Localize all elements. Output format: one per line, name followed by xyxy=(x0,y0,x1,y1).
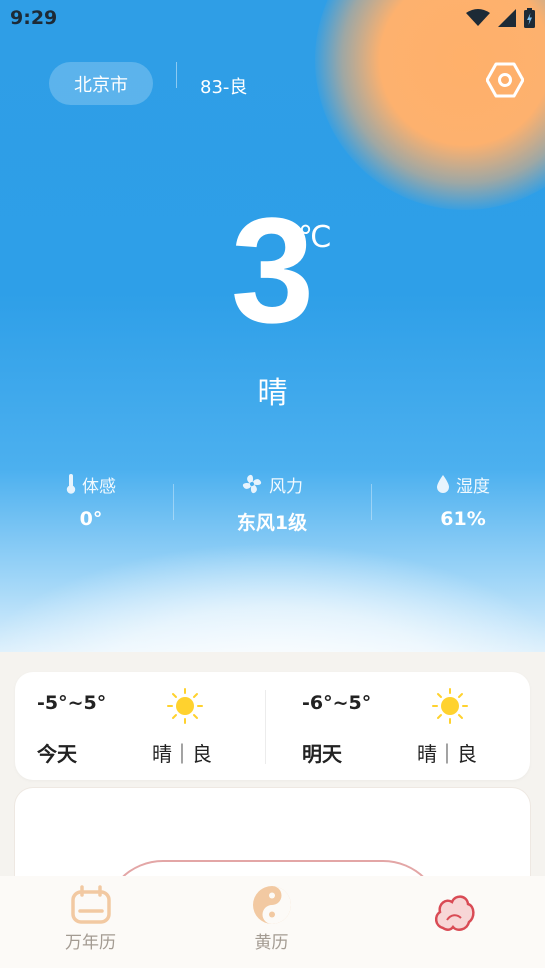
city-selector-button[interactable]: 北京市 xyxy=(49,62,153,105)
metric-feels-like: 体感 0° xyxy=(0,472,182,530)
thermometer-icon xyxy=(66,474,76,494)
battery-icon xyxy=(524,8,535,28)
current-temperature: 3 ℃ xyxy=(0,195,545,345)
forecast-divider xyxy=(265,690,266,764)
bottom-tab-bar: 万年历 黄历 xyxy=(0,876,545,968)
temperature-unit: ℃ xyxy=(298,220,332,255)
settings-icon[interactable] xyxy=(486,61,524,99)
droplet-icon xyxy=(437,475,449,493)
tab-calendar[interactable]: 万年历 xyxy=(0,876,181,968)
fan-icon xyxy=(242,474,262,494)
tab-label: 黄历 xyxy=(254,933,289,953)
tab-weather[interactable] xyxy=(363,876,544,968)
metric-value: 东风1级 xyxy=(236,512,308,534)
metric-wind: 风力 东风1级 xyxy=(181,472,363,535)
weather-condition: 晴 xyxy=(257,376,288,411)
sun-icon xyxy=(432,688,468,724)
metric-value: 0° xyxy=(79,508,103,530)
aqi-divider xyxy=(176,62,177,88)
status-bar: 9:29 xyxy=(0,0,545,36)
calendar-icon xyxy=(71,885,111,924)
forecast-temp-range: -5°~5° xyxy=(37,692,107,714)
metric-value: 61% xyxy=(440,508,486,530)
weather-cloud-icon xyxy=(434,895,475,931)
forecast-card[interactable]: -5°~5° 今天 晴｜良 -6°~5° 明天 晴｜良 xyxy=(15,672,530,780)
city-name: 北京市 xyxy=(74,74,128,96)
metric-divider xyxy=(173,484,174,520)
air-quality-index[interactable]: 83-良 xyxy=(200,73,247,99)
tab-almanac[interactable]: 黄历 xyxy=(181,876,362,968)
forecast-condition: 晴｜良 xyxy=(152,742,212,766)
forecast-tomorrow[interactable]: -6°~5° 明天 晴｜良 xyxy=(280,672,530,780)
metric-label: 体感 xyxy=(82,476,116,497)
status-time: 9:29 xyxy=(10,7,58,29)
sun-icon xyxy=(167,688,203,724)
yin-yang-icon xyxy=(253,886,291,924)
metric-label: 湿度 xyxy=(456,476,490,497)
forecast-condition: 晴｜良 xyxy=(417,742,477,766)
forecast-day-label: 今天 xyxy=(37,742,77,766)
weather-hero: 9:29 北京市 83-良 3 ℃ 晴 体感 0° 风力 东风1级 湿度 61% xyxy=(0,0,545,652)
signal-icon xyxy=(498,9,516,27)
status-icons xyxy=(466,8,535,28)
cloud-band xyxy=(0,542,545,652)
forecast-temp-range: -6°~5° xyxy=(302,692,372,714)
metric-label: 风力 xyxy=(269,476,303,497)
forecast-today[interactable]: -5°~5° 今天 晴｜良 xyxy=(15,672,265,780)
wifi-icon xyxy=(466,9,490,26)
forecast-day-label: 明天 xyxy=(302,742,342,766)
tab-label: 万年历 xyxy=(65,933,116,953)
metric-humidity: 湿度 61% xyxy=(372,472,545,530)
